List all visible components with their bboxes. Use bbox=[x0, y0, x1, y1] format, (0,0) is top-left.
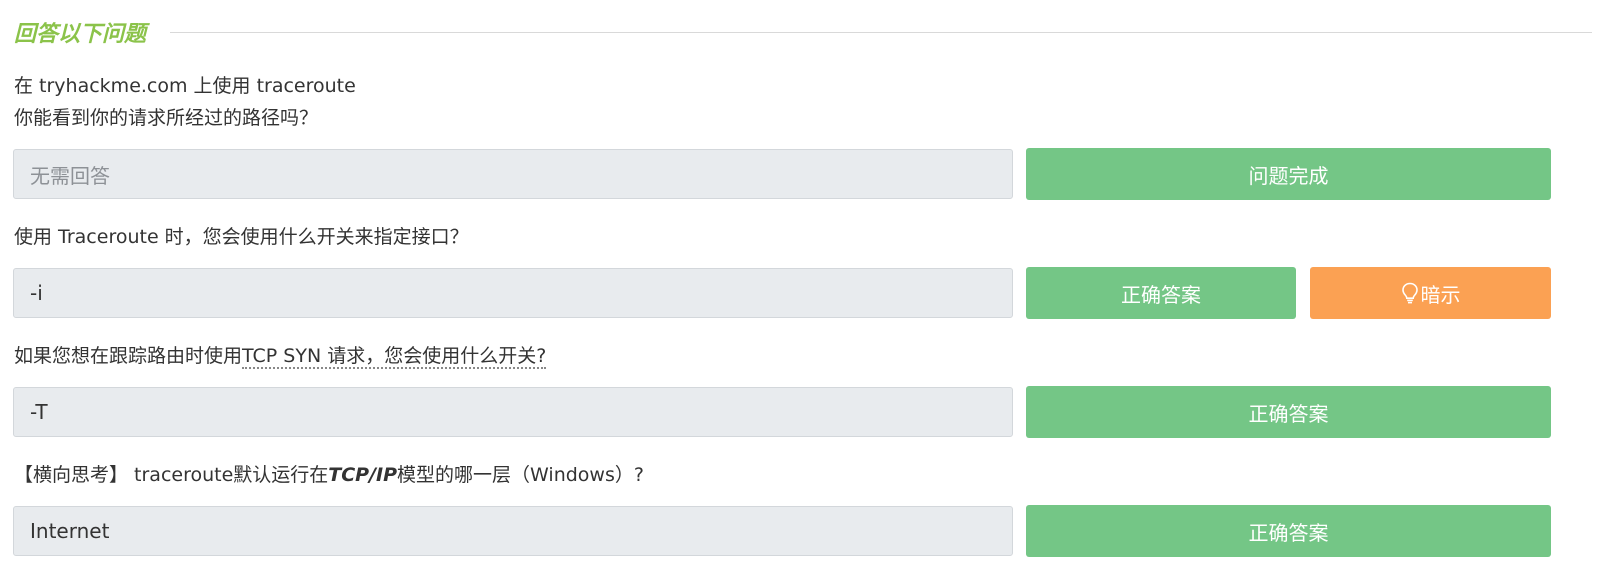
question-3-correct-answer-label: 正确答案 bbox=[1248, 401, 1329, 426]
section-title: 回答以下问题 bbox=[14, 22, 147, 47]
question-4-text: 【横向思考】 traceroute默认运行在TCP/IP模型的哪一层（Windo… bbox=[14, 459, 644, 491]
question-3-text: 如果您想在跟踪路由时使用TCP SYN 请求，您会使用什么开关? bbox=[14, 340, 547, 372]
question-3-correct-answer-button[interactable]: 正确答案 bbox=[1026, 386, 1551, 438]
question-2-text: 使用 Traceroute 时，您会使用什么开关来指定接口？ bbox=[14, 226, 469, 248]
question-1-answer-field[interactable]: 无需回答 bbox=[13, 149, 1013, 199]
question-3-abbreviation: TCP SYN 请求，您会使用什么开关? bbox=[242, 345, 547, 369]
question-2-correct-answer-label: 正确答案 bbox=[1121, 282, 1201, 307]
question-4-text-suffix: 模型的哪一层（Windows）? bbox=[397, 464, 644, 486]
question-2-answer-field[interactable]: -i bbox=[13, 268, 1013, 318]
question-3-text-start: 如果您想在跟踪路由时使用 bbox=[14, 345, 243, 367]
question-3-answer-field[interactable]: -T bbox=[13, 387, 1013, 437]
question-1-answer-placeholder: 无需回答 bbox=[30, 163, 110, 188]
question-4-correct-answer-button[interactable]: 正确答案 bbox=[1026, 505, 1551, 557]
section-divider bbox=[170, 31, 1592, 33]
lightbulb-icon bbox=[1401, 282, 1418, 304]
question-4-answer-value: Internet bbox=[30, 519, 110, 543]
question-1-complete-label: 问题完成 bbox=[1248, 163, 1329, 188]
section-header: 回答以下问题 bbox=[14, 14, 1592, 50]
question-3-answer-value: -T bbox=[30, 400, 48, 424]
question-2-hint-label: 暗示 bbox=[1420, 282, 1461, 307]
question-1-text-line2: 你能看到你的请求所经过的路径吗？ bbox=[14, 107, 319, 129]
question-1-text-line1: 在 tryhackme.com 上使用 traceroute bbox=[14, 75, 356, 97]
question-2-correct-answer-button[interactable]: 正确答案 bbox=[1026, 267, 1296, 319]
question-1-complete-button[interactable]: 问题完成 bbox=[1026, 148, 1551, 200]
question-4-text-emphasis: TCP/IP bbox=[328, 464, 398, 486]
question-4-correct-answer-label: 正确答案 bbox=[1248, 520, 1329, 545]
question-4-answer-field[interactable]: Internet bbox=[13, 506, 1013, 556]
question-2-hint-button[interactable]: 暗示 bbox=[1310, 267, 1551, 319]
question-4-text-prefix: 【横向思考】 traceroute默认运行在 bbox=[14, 464, 329, 486]
question-2-answer-value: -i bbox=[30, 281, 43, 305]
